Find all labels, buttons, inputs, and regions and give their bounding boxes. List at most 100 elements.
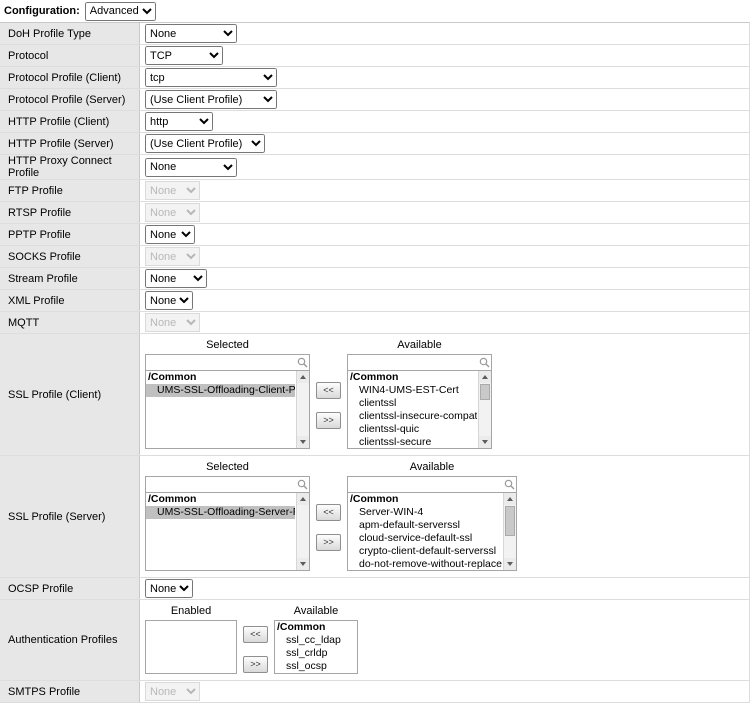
- enabled-header: Enabled: [145, 604, 237, 618]
- row-http-profile-client: HTTP Profile (Client) http: [0, 111, 749, 133]
- ssl-client-selected-searchbox: [145, 354, 310, 371]
- row-http-proxy-connect-profile: HTTP Proxy Connect Profile None: [0, 155, 749, 180]
- field-label: SOCKS Profile: [0, 246, 140, 267]
- field-label: FTP Profile: [0, 180, 140, 201]
- protocol-select[interactable]: TCP: [145, 46, 223, 65]
- list-item[interactable]: WIN4-UMS-EST-Cert: [348, 384, 477, 397]
- list-group: /Common: [348, 493, 502, 506]
- available-header: Available: [347, 460, 517, 474]
- move-left-button[interactable]: <<: [316, 504, 341, 521]
- list-item[interactable]: do-not-remove-without-replacement: [348, 558, 502, 571]
- list-item[interactable]: apm-default-serverssl: [348, 519, 502, 532]
- row-socks-profile: SOCKS Profile None: [0, 246, 749, 268]
- field-label: HTTP Proxy Connect Profile: [0, 155, 140, 179]
- http-profile-client-select[interactable]: http: [145, 112, 213, 131]
- scroll-up-icon[interactable]: [297, 493, 309, 505]
- move-left-button[interactable]: <<: [316, 382, 341, 399]
- selected-header: Selected: [145, 460, 310, 474]
- auth-available-list: /Common ssl_cc_ldap ssl_crldp ssl_ocsp: [274, 620, 358, 674]
- scrollbar[interactable]: [296, 493, 309, 570]
- scroll-up-icon[interactable]: [297, 371, 309, 383]
- ssl-client-available-list: /Common WIN4-UMS-EST-Cert clientssl clie…: [347, 371, 492, 449]
- scroll-down-icon[interactable]: [297, 436, 309, 448]
- http-proxy-connect-profile-select[interactable]: None: [145, 158, 237, 177]
- list-item[interactable]: ssl_ocsp: [275, 660, 343, 673]
- list-item[interactable]: clientssl: [348, 397, 477, 410]
- ssl-client-available-searchbox: [347, 354, 492, 371]
- row-pptp-profile: PPTP Profile None: [0, 224, 749, 246]
- available-header: Available: [274, 604, 358, 618]
- scrollbar[interactable]: [478, 371, 491, 448]
- protocol-profile-client-select[interactable]: tcp: [145, 68, 277, 87]
- move-right-button[interactable]: >>: [243, 656, 268, 673]
- scroll-down-icon[interactable]: [297, 558, 309, 570]
- xml-profile-select[interactable]: None: [145, 291, 193, 310]
- list-item[interactable]: cloud-service-default-ssl: [348, 532, 502, 545]
- row-ftp-profile: FTP Profile None: [0, 180, 749, 202]
- ssl-server-selected-list: /Common UMS-SSL-Offloading-Server-Profil…: [145, 493, 310, 571]
- scrollbar[interactable]: [503, 493, 516, 570]
- mqtt-select: None: [145, 313, 200, 332]
- scroll-up-icon[interactable]: [504, 493, 516, 505]
- row-doh-profile-type: DoH Profile Type None: [0, 23, 749, 45]
- list-item[interactable]: clientssl-secure: [348, 436, 477, 449]
- scrollbar[interactable]: [296, 371, 309, 448]
- row-xml-profile: XML Profile None: [0, 290, 749, 312]
- list-group: /Common: [275, 621, 343, 634]
- row-ssl-profile-server: SSL Profile (Server) Selected /Common UM…: [0, 456, 749, 578]
- scroll-down-icon[interactable]: [504, 558, 516, 570]
- configuration-select[interactable]: Advanced: [85, 2, 156, 21]
- list-item[interactable]: UMS-SSL-Offloading-Server-Profile: [146, 506, 295, 519]
- ssl-server-selected-search-input[interactable]: [146, 478, 295, 491]
- list-item[interactable]: clientssl-quic: [348, 423, 477, 436]
- doh-profile-type-select[interactable]: None: [145, 24, 237, 43]
- pptp-profile-select[interactable]: None: [145, 225, 195, 244]
- stream-profile-select[interactable]: None: [145, 269, 207, 288]
- protocol-profile-server-select[interactable]: (Use Client Profile): [145, 90, 277, 109]
- socks-profile-select: None: [145, 247, 200, 266]
- move-right-button[interactable]: >>: [316, 534, 341, 551]
- http-profile-server-select[interactable]: (Use Client Profile): [145, 134, 265, 153]
- row-ocsp-profile: OCSP Profile None: [0, 578, 749, 600]
- scrollbar-thumb[interactable]: [505, 506, 515, 536]
- search-icon: [295, 479, 309, 490]
- list-item[interactable]: Server-WIN-4: [348, 506, 502, 519]
- smtps-profile-select: None: [145, 682, 200, 701]
- field-label: Protocol Profile (Client): [0, 67, 140, 88]
- ssl-client-available-search-input[interactable]: [348, 356, 477, 369]
- field-label: SMTPS Profile: [0, 681, 140, 702]
- list-group: /Common: [146, 493, 295, 506]
- list-item[interactable]: clientssl-insecure-compatible: [348, 410, 477, 423]
- ssl-client-selected-search-input[interactable]: [146, 356, 295, 369]
- field-label: HTTP Profile (Client): [0, 111, 140, 132]
- row-protocol-profile-client: Protocol Profile (Client) tcp: [0, 67, 749, 89]
- field-label: SSL Profile (Client): [0, 334, 140, 455]
- list-group: /Common: [348, 371, 477, 384]
- scrollbar-thumb[interactable]: [480, 384, 490, 400]
- scroll-up-icon[interactable]: [479, 371, 491, 383]
- configuration-bar: Configuration: Advanced: [0, 0, 750, 22]
- ssl-server-available-search-input[interactable]: [348, 478, 502, 491]
- list-group: /Common: [146, 371, 295, 384]
- move-right-button[interactable]: >>: [316, 412, 341, 429]
- ssl-server-available-searchbox: [347, 476, 517, 493]
- field-label: Authentication Profiles: [0, 600, 140, 680]
- field-label: RTSP Profile: [0, 202, 140, 223]
- list-item[interactable]: UMS-SSL-Offloading-Client-Profile: [146, 384, 295, 397]
- row-smtps-profile: SMTPS Profile None: [0, 681, 749, 703]
- list-item[interactable]: ssl_crldp: [275, 647, 343, 660]
- ocsp-profile-select[interactable]: None: [145, 579, 193, 598]
- field-label: Protocol Profile (Server): [0, 89, 140, 110]
- search-icon: [477, 357, 491, 368]
- scroll-down-icon[interactable]: [479, 436, 491, 448]
- auth-enabled-list[interactable]: [145, 620, 237, 674]
- field-label: OCSP Profile: [0, 578, 140, 599]
- row-rtsp-profile: RTSP Profile None: [0, 202, 749, 224]
- list-item[interactable]: crypto-client-default-serverssl: [348, 545, 502, 558]
- rtsp-profile-select: None: [145, 203, 200, 222]
- list-item[interactable]: ssl_cc_ldap: [275, 634, 343, 647]
- row-protocol-profile-server: Protocol Profile (Server) (Use Client Pr…: [0, 89, 749, 111]
- row-mqtt: MQTT None: [0, 312, 749, 334]
- move-left-button[interactable]: <<: [243, 626, 268, 643]
- row-protocol: Protocol TCP: [0, 45, 749, 67]
